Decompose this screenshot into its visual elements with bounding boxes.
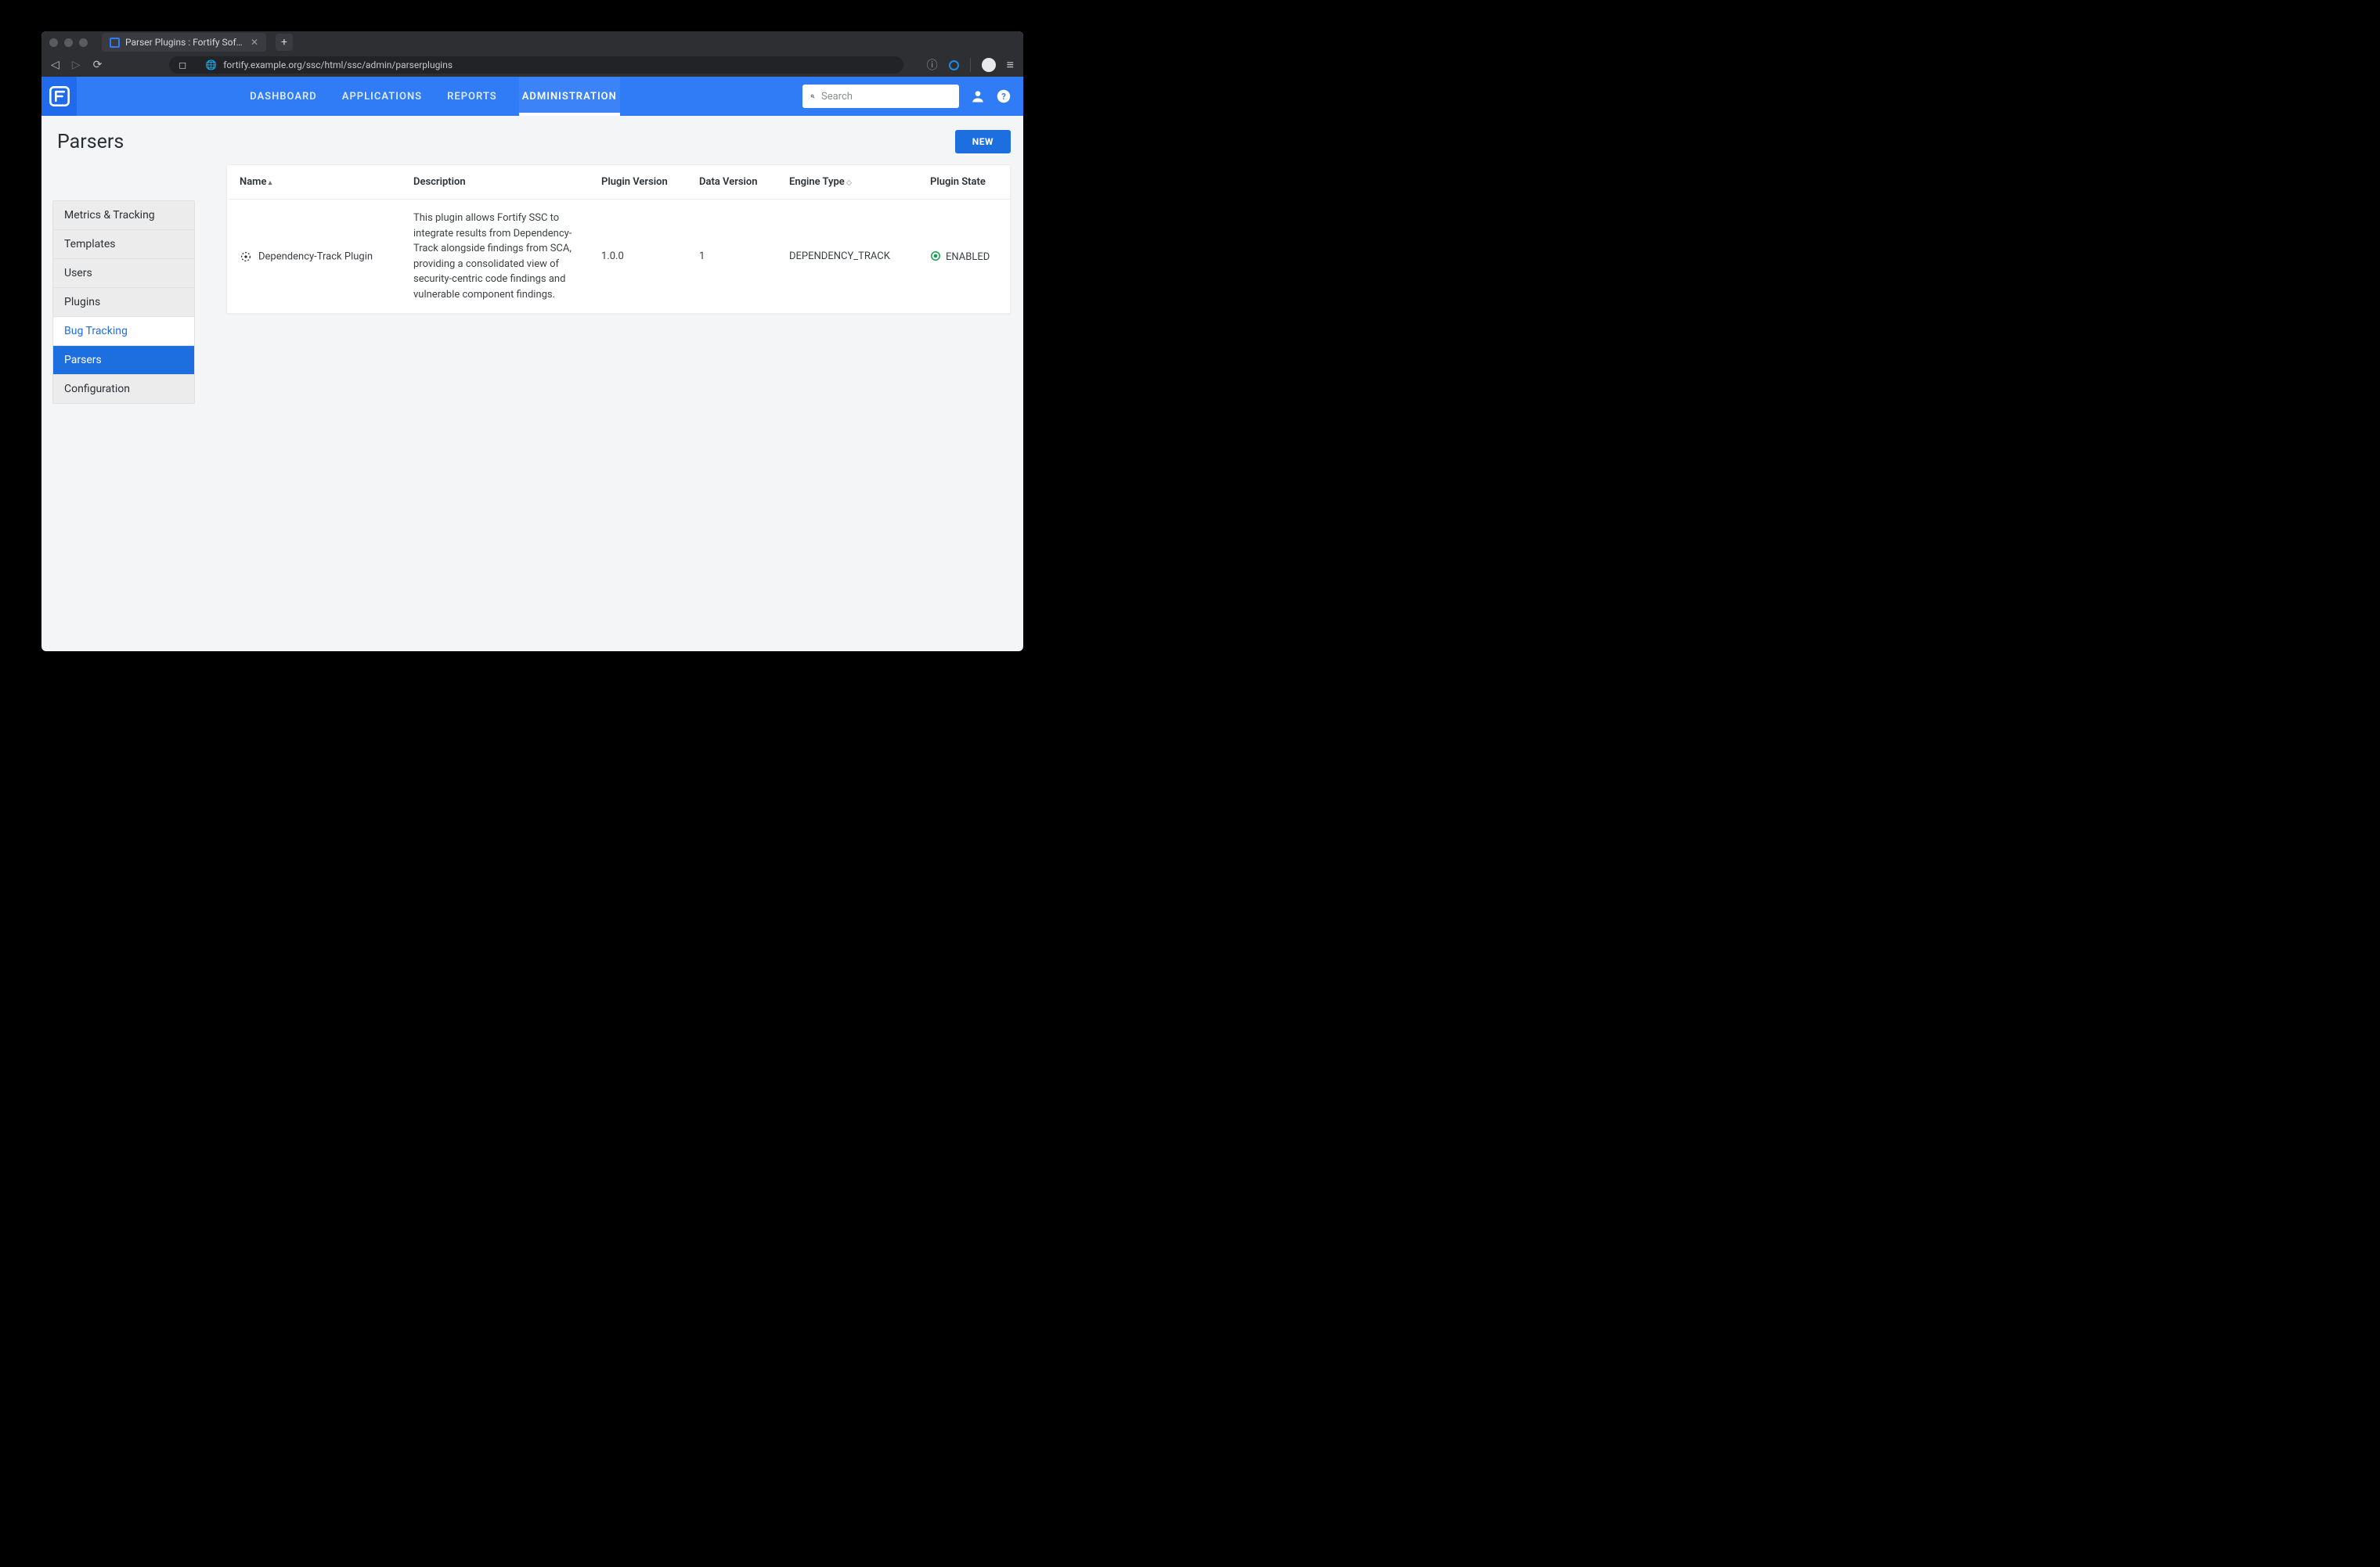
tab-favicon-icon	[110, 38, 120, 48]
sidebar-item-metrics-tracking[interactable]: Metrics & Tracking	[53, 201, 194, 230]
sidebar-item-bug-tracking[interactable]: Bug Tracking	[53, 317, 194, 346]
sidebar-item-plugins[interactable]: Plugins	[53, 288, 194, 317]
col-plugin-version[interactable]: Plugin Version	[595, 165, 693, 200]
col-name[interactable]: Name	[227, 165, 407, 200]
tab-strip: Parser Plugins : Fortify Software ✕ +	[41, 31, 1023, 53]
window-maximize-icon[interactable]	[79, 38, 88, 47]
app-logo[interactable]	[41, 77, 77, 116]
parsers-table: Name Description Plugin Version Data Ver…	[226, 164, 1011, 314]
page-bar: Parsers NEW	[41, 116, 1023, 164]
forward-icon[interactable]: ▷	[72, 59, 81, 71]
new-button[interactable]: NEW	[955, 130, 1011, 153]
new-tab-button[interactable]: +	[276, 34, 293, 51]
browser-window: Parser Plugins : Fortify Software ✕ + ◁ …	[41, 31, 1023, 651]
browser-menu-icon[interactable]: ≡	[1007, 57, 1014, 73]
bookmark-icon[interactable]: ◻	[178, 59, 186, 70]
app-header: DASHBOARD APPLICATIONS REPORTS ADMINISTR…	[41, 77, 1023, 116]
toolbar-divider	[970, 58, 971, 72]
sidebar-item-users[interactable]: Users	[53, 259, 194, 288]
sidebar-item-templates[interactable]: Templates	[53, 230, 194, 259]
page-content: Parsers NEW Metrics & Tracking Templates…	[41, 116, 1023, 404]
col-data-version[interactable]: Data Version	[693, 165, 783, 200]
help-icon[interactable]: ?	[997, 89, 1011, 103]
tab-close-icon[interactable]: ✕	[251, 37, 258, 48]
search-input[interactable]	[821, 91, 951, 103]
page-title: Parsers	[57, 131, 124, 153]
cell-data-version: 1	[693, 200, 783, 314]
user-icon[interactable]	[970, 88, 986, 104]
search-box[interactable]	[802, 85, 959, 108]
cell-plugin-state: ENABLED	[946, 251, 990, 263]
col-description[interactable]: Description	[407, 165, 595, 200]
nav-administration[interactable]: ADMINISTRATION	[519, 77, 620, 116]
cell-description: This plugin allows Fortify SSC to integr…	[407, 200, 595, 314]
reload-icon[interactable]: ⟳	[93, 59, 103, 71]
info-icon[interactable]: ⓘ	[927, 57, 938, 73]
sidebar-item-parsers[interactable]: Parsers	[53, 346, 194, 375]
toolbar-right: ⓘ ≡	[927, 57, 1014, 73]
sidebar: Metrics & Tracking Templates Users Plugi…	[52, 200, 195, 404]
body-row: Metrics & Tracking Templates Users Plugi…	[41, 164, 1023, 404]
window-minimize-icon[interactable]	[64, 38, 73, 47]
address-bar[interactable]: ◻ 🌐 fortify.example.org/ssc/html/ssc/adm…	[169, 56, 903, 74]
browser-tab[interactable]: Parser Plugins : Fortify Software ✕	[102, 33, 266, 52]
sidebar-item-configuration[interactable]: Configuration	[53, 375, 194, 403]
nav-reports[interactable]: REPORTS	[444, 77, 500, 116]
plugin-icon	[240, 250, 252, 263]
col-plugin-state[interactable]: Plugin State	[924, 165, 1010, 200]
main-nav: DASHBOARD APPLICATIONS REPORTS ADMINISTR…	[77, 77, 790, 116]
profile-avatar-icon[interactable]	[982, 58, 996, 72]
back-icon[interactable]: ◁	[51, 59, 60, 71]
globe-icon: 🌐	[205, 59, 217, 70]
table-row[interactable]: Dependency-Track Plugin This plugin allo…	[227, 200, 1010, 314]
nav-dashboard[interactable]: DASHBOARD	[247, 77, 320, 116]
window-close-icon[interactable]	[49, 38, 58, 47]
tab-title: Parser Plugins : Fortify Software	[125, 37, 245, 48]
col-engine-type[interactable]: Engine Type	[783, 165, 924, 200]
svg-text:?: ?	[1001, 92, 1006, 102]
header-right: ?	[790, 77, 1023, 116]
search-icon	[810, 91, 815, 102]
cell-plugin-version: 1.0.0	[595, 200, 693, 314]
fortify-logo-icon	[49, 85, 70, 107]
cell-engine-type: DEPENDENCY_TRACK	[783, 200, 924, 314]
nav-applications[interactable]: APPLICATIONS	[339, 77, 425, 116]
url-text: fortify.example.org/ssc/html/ssc/admin/p…	[223, 59, 453, 70]
browser-chrome: Parser Plugins : Fortify Software ✕ + ◁ …	[41, 31, 1023, 77]
cell-name: Dependency-Track Plugin	[258, 250, 373, 262]
browser-toolbar: ◁ ▷ ⟳ ◻ 🌐 fortify.example.org/ssc/html/s…	[41, 53, 1023, 77]
status-ring-icon[interactable]	[949, 60, 959, 70]
state-enabled-icon	[930, 250, 941, 261]
